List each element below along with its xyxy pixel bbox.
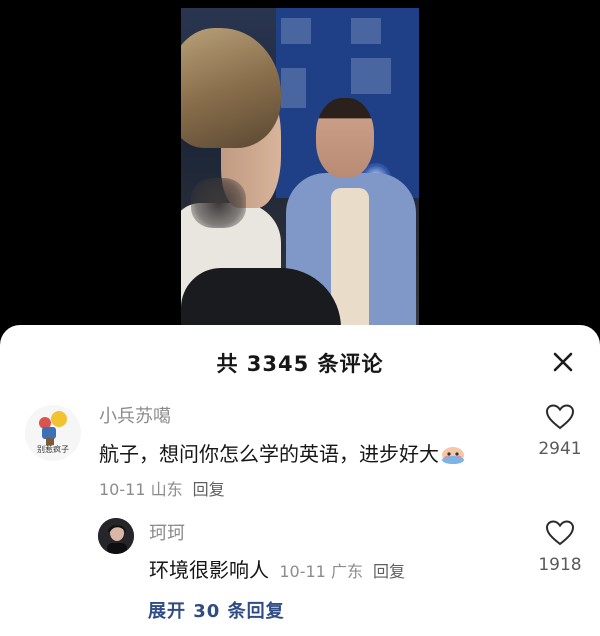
avatar-caption: 别惹疯子 <box>37 445 69 454</box>
like-button[interactable] <box>545 403 575 431</box>
comment-date-location: 10-11 山东 <box>99 480 183 499</box>
video-player[interactable] <box>181 8 419 338</box>
building-window <box>351 18 381 44</box>
like-count: 1918 <box>538 555 582 575</box>
reply-button[interactable]: 回复 <box>193 480 225 499</box>
close-button[interactable] <box>548 347 578 377</box>
comment-username[interactable]: 小兵苏噶 <box>99 402 171 428</box>
neck-tattoo <box>191 178 246 228</box>
building-window <box>351 58 391 94</box>
avatar[interactable]: 别惹疯子 <box>25 405 81 461</box>
avatar-photo-icon <box>98 518 134 554</box>
comment-meta: 10-11 山东 回复 <box>99 476 225 500</box>
comment-text: 航子，想问你怎么学的英语，进步好大 <box>99 438 465 467</box>
comment-text-content: 航子，想问你怎么学的英语，进步好大 <box>99 442 439 466</box>
building-window <box>281 68 306 108</box>
comments-sheet: 共 3345 条评论 别惹疯子 小兵苏噶 航子，想问你怎么学的英语，进步好大 1… <box>0 325 600 636</box>
comment-username[interactable]: 珂珂 <box>149 519 185 545</box>
comment-text: 环境很影响人 10-11 广东 回复 <box>149 554 405 583</box>
comment-date-location: 10-11 广东 <box>279 562 363 581</box>
reply-button[interactable]: 回复 <box>373 562 405 581</box>
like-button[interactable] <box>545 519 575 547</box>
expand-replies-button[interactable]: 展开 30 条回复 <box>148 597 285 623</box>
comment-text-content: 环境很影响人 <box>149 558 269 582</box>
heart-outline-icon <box>545 404 575 430</box>
heart-outline-icon <box>545 520 575 546</box>
comments-count-title: 共 3345 条评论 <box>216 352 384 376</box>
person-left-hair <box>181 28 281 148</box>
building-window <box>281 18 311 44</box>
avatar[interactable] <box>98 518 134 554</box>
close-icon <box>553 352 573 372</box>
blushing-face-emoji <box>442 447 464 464</box>
like-count: 2941 <box>538 439 582 459</box>
person-right-head <box>316 98 374 178</box>
